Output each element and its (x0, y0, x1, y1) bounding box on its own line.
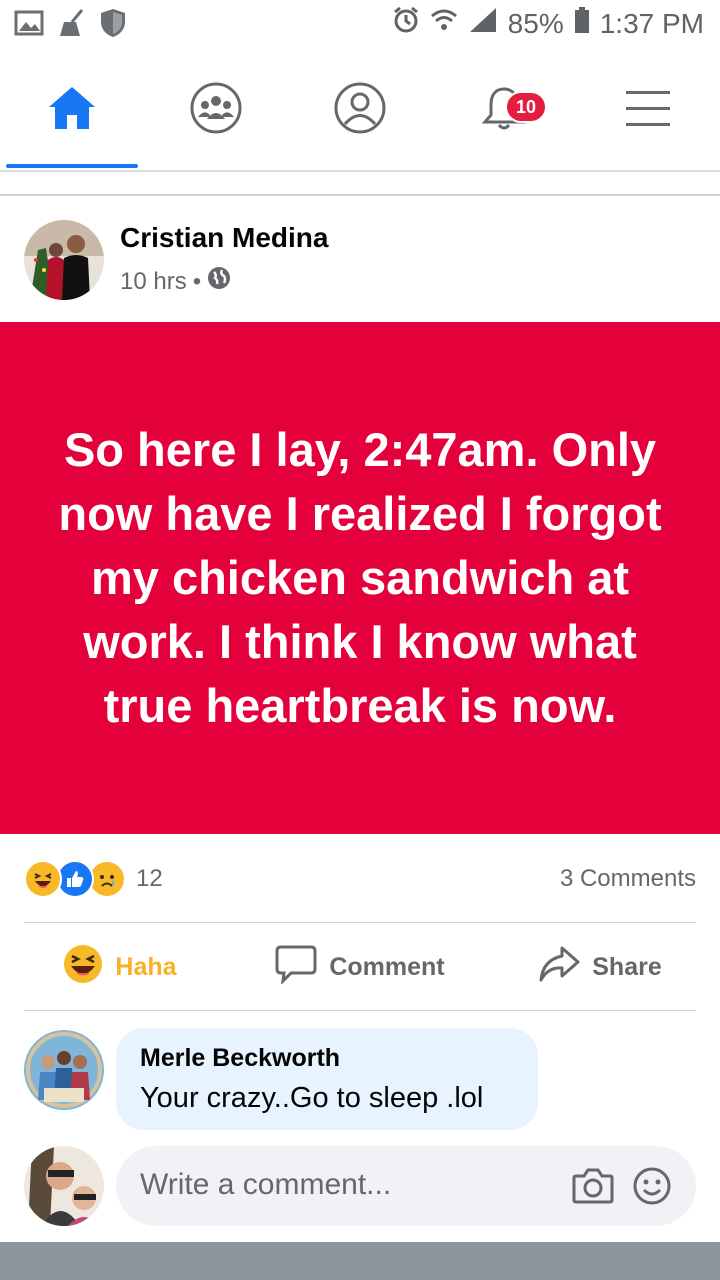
tab-groups[interactable] (144, 52, 288, 168)
comment-author[interactable]: Merle Beckworth (140, 1044, 340, 1073)
gallery-icon (14, 9, 44, 42)
feed-divider (0, 172, 720, 196)
tab-notifications[interactable] (432, 52, 576, 168)
haha-emoji-icon (63, 944, 103, 991)
share-button[interactable]: Share (480, 934, 720, 1000)
haha-label: Haha (115, 952, 177, 981)
post-time[interactable]: 10 hrs (120, 268, 187, 296)
status-bar-left-icons (14, 8, 126, 43)
post-text: So here I lay, 2:47am. Only now have I r… (58, 423, 662, 732)
battery-icon (574, 6, 590, 41)
top-nav-bar: 10 (0, 52, 720, 172)
signal-icon (468, 6, 498, 41)
comment-text: Your crazy..Go to sleep .lol (140, 1082, 484, 1114)
write-comment-placeholder: Write a comment... (140, 1168, 392, 1201)
share-arrow-icon (538, 944, 580, 991)
author-avatar[interactable] (24, 220, 104, 300)
camera-icon[interactable] (572, 1166, 614, 1211)
share-label: Share (592, 952, 662, 981)
reactions-count: 12 (136, 865, 163, 892)
battery-percent: 85% (507, 7, 564, 39)
broom-icon (56, 8, 88, 43)
meta-separator: • (192, 267, 202, 295)
bottom-edge (0, 1242, 720, 1280)
divider (24, 1010, 696, 1011)
notification-badge: 10 (505, 91, 547, 123)
reaction-icons (24, 860, 126, 898)
haha-reaction-icon (24, 860, 62, 898)
tab-menu[interactable] (576, 52, 720, 168)
post-author-name[interactable]: Cristian Medina (120, 222, 328, 254)
write-comment-icons (572, 1166, 672, 1211)
home-icon (47, 85, 97, 136)
profile-icon (333, 81, 387, 140)
divider (24, 922, 696, 923)
wifi-icon (430, 6, 458, 41)
emoji-icon[interactable] (632, 1166, 672, 1211)
clock-time: 1:37 PM (599, 7, 704, 39)
tab-profile[interactable] (288, 52, 432, 168)
reactions-summary[interactable]: 12 3 Comments (24, 856, 696, 902)
shield-icon (100, 8, 126, 43)
post-background[interactable]: So here I lay, 2:47am. Only now have I r… (0, 322, 720, 834)
status-bar: 85% 1:37 PM (0, 0, 720, 52)
tab-home[interactable] (0, 52, 144, 168)
post-header: Cristian Medina 10 hrs • (0, 196, 720, 322)
comment-button[interactable]: Comment (240, 934, 480, 1000)
commenter-avatar[interactable] (24, 1030, 104, 1110)
groups-icon (189, 81, 243, 140)
comment-label: Comment (329, 952, 445, 981)
comment-bubble-icon (275, 944, 317, 991)
current-user-avatar (24, 1146, 104, 1226)
hamburger-menu-icon (625, 89, 671, 132)
status-bar-right: 85% 1:37 PM (392, 6, 704, 41)
write-comment-input[interactable]: Write a comment... (116, 1146, 696, 1226)
comments-count-link[interactable]: 3 Comments (560, 865, 696, 893)
active-tab-indicator (6, 164, 138, 168)
globe-icon (207, 266, 231, 297)
post-actions: Haha Comment Share (0, 934, 720, 1000)
haha-button[interactable]: Haha (0, 934, 240, 1000)
comment-bubble[interactable]: Merle Beckworth Your crazy..Go to sleep … (116, 1028, 538, 1130)
post-meta: 10 hrs • (120, 266, 231, 297)
alarm-icon (392, 6, 420, 41)
